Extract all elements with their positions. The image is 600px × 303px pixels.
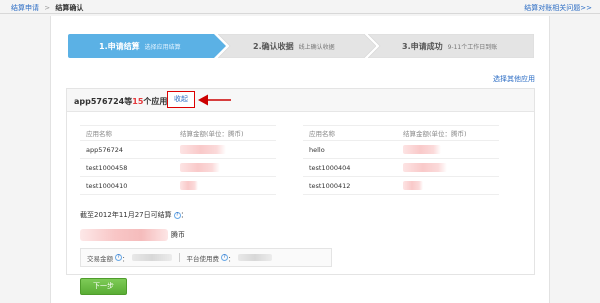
breadcrumb-parent-link[interactable]: 结算申请 (11, 4, 39, 12)
table-row: test1000404 (303, 159, 499, 177)
apps-table-left-column: 应用名称 结算金额(单位：腾币) app576724 test1000458 t… (80, 125, 276, 195)
collapse-link[interactable]: 收起 (167, 91, 195, 108)
table-header-row: 应用名称 结算金额(单位：腾币) (303, 125, 499, 141)
progress-steps: 1.申请结算 选择应用结算 2.确认收据 线上确认收据 3.申请成功 9-11个… (68, 34, 534, 58)
table-row: hello (303, 141, 499, 159)
header-divider (0, 13, 600, 14)
redacted-total-amount (80, 229, 168, 241)
step-confirm-receipt: 2.确认收据 线上确认收据 (218, 34, 376, 58)
apps-title-suffix: 个应用 (143, 97, 168, 106)
redacted-amount (403, 181, 423, 190)
table-row: test1000412 (303, 177, 499, 195)
fee-summary: 交易金额 ? ： 平台使用费 ? ： (80, 248, 332, 267)
select-other-apps-link[interactable]: 选择其他应用 (493, 74, 535, 84)
app-name-cell: app576724 (86, 145, 124, 154)
apps-box-header: app576724等 15 个应用 收起 (67, 89, 534, 112)
platform-fee-label: 平台使用费 (186, 254, 220, 263)
help-question-icon[interactable]: ? (173, 211, 181, 219)
redacted-amount (180, 145, 226, 154)
app-name-cell: test1000412 (309, 181, 351, 190)
platform-fee: 平台使用费 ? ： (187, 253, 272, 263)
table-row: test1000458 (80, 159, 276, 177)
help-question-icon[interactable]: ? (221, 254, 228, 261)
transaction-amount: 交易金额 ? ： (87, 253, 172, 263)
redacted-amount (180, 163, 220, 172)
settleable-date-text: 截至2012年11月27日可结算 (80, 211, 172, 219)
header-app-name: 应用名称 (86, 130, 112, 138)
transaction-amount-label: 交易金额 (87, 254, 113, 263)
redacted-amount (403, 145, 441, 154)
help-question-icon[interactable]: ? (115, 254, 122, 261)
header-app-name: 应用名称 (309, 130, 335, 138)
selected-apps-box: app576724等 15 个应用 收起 应用名称 结算金额(单位：腾币) ap… (66, 88, 535, 275)
apps-box-title: app576724等 15 个应用 (74, 96, 167, 107)
redacted-amount (180, 181, 198, 190)
settleable-date-label: 截至2012年11月27日可结算 ? ： (80, 210, 188, 220)
apps-title-prefix: app576724等 (74, 97, 133, 106)
fee-divider (178, 253, 180, 262)
breadcrumb-separator: > (44, 4, 51, 12)
breadcrumb: 结算申请 > 结算确认 (11, 3, 83, 13)
red-arrow-annotation-icon (198, 94, 231, 106)
step-subtitle: 线上确认收据 (298, 43, 335, 51)
header-amount: 结算金额(单位：腾币) (403, 130, 467, 138)
app-name-cell: hello (309, 145, 325, 154)
apps-count: 15 (132, 97, 144, 106)
settleable-total: 腾币 (80, 229, 185, 241)
step-apply-settlement: 1.申请结算 选择应用结算 (68, 34, 226, 58)
redacted-amount (403, 163, 447, 172)
table-row: test1000410 (80, 177, 276, 195)
redacted-transaction-amount (131, 254, 172, 261)
header-amount: 结算金额(单位：腾币) (180, 130, 244, 138)
step-title: 3.申请成功 (402, 41, 443, 51)
table-row: app576724 (80, 141, 276, 159)
breadcrumb-current: 结算确认 (55, 4, 84, 12)
apps-table-right-column: 应用名称 结算金额(单位：腾币) hello test1000404 test1… (303, 125, 499, 195)
redacted-platform-fee (237, 254, 272, 261)
app-name-cell: test1000458 (86, 163, 128, 172)
platform-fee-colon: ： (228, 254, 235, 263)
settleable-colon: ： (180, 211, 188, 219)
step-subtitle: 9-11个工作日到账 (447, 43, 498, 51)
table-header-row: 应用名称 结算金额(单位：腾币) (80, 125, 276, 141)
step-apply-success: 3.申请成功 9-11个工作日到账 (368, 34, 534, 58)
step-subtitle: 选择应用结算 (144, 43, 181, 51)
step-title: 1.申请结算 (99, 41, 140, 51)
settlement-help-link[interactable]: 结算对账相关问题>> (524, 3, 592, 13)
transaction-amount-colon: ： (122, 254, 129, 263)
next-step-button[interactable]: 下一步 (80, 278, 127, 295)
currency-unit: 腾币 (171, 231, 185, 239)
step-title: 2.确认收据 (253, 41, 294, 51)
app-name-cell: test1000404 (309, 163, 351, 172)
app-name-cell: test1000410 (86, 181, 128, 190)
